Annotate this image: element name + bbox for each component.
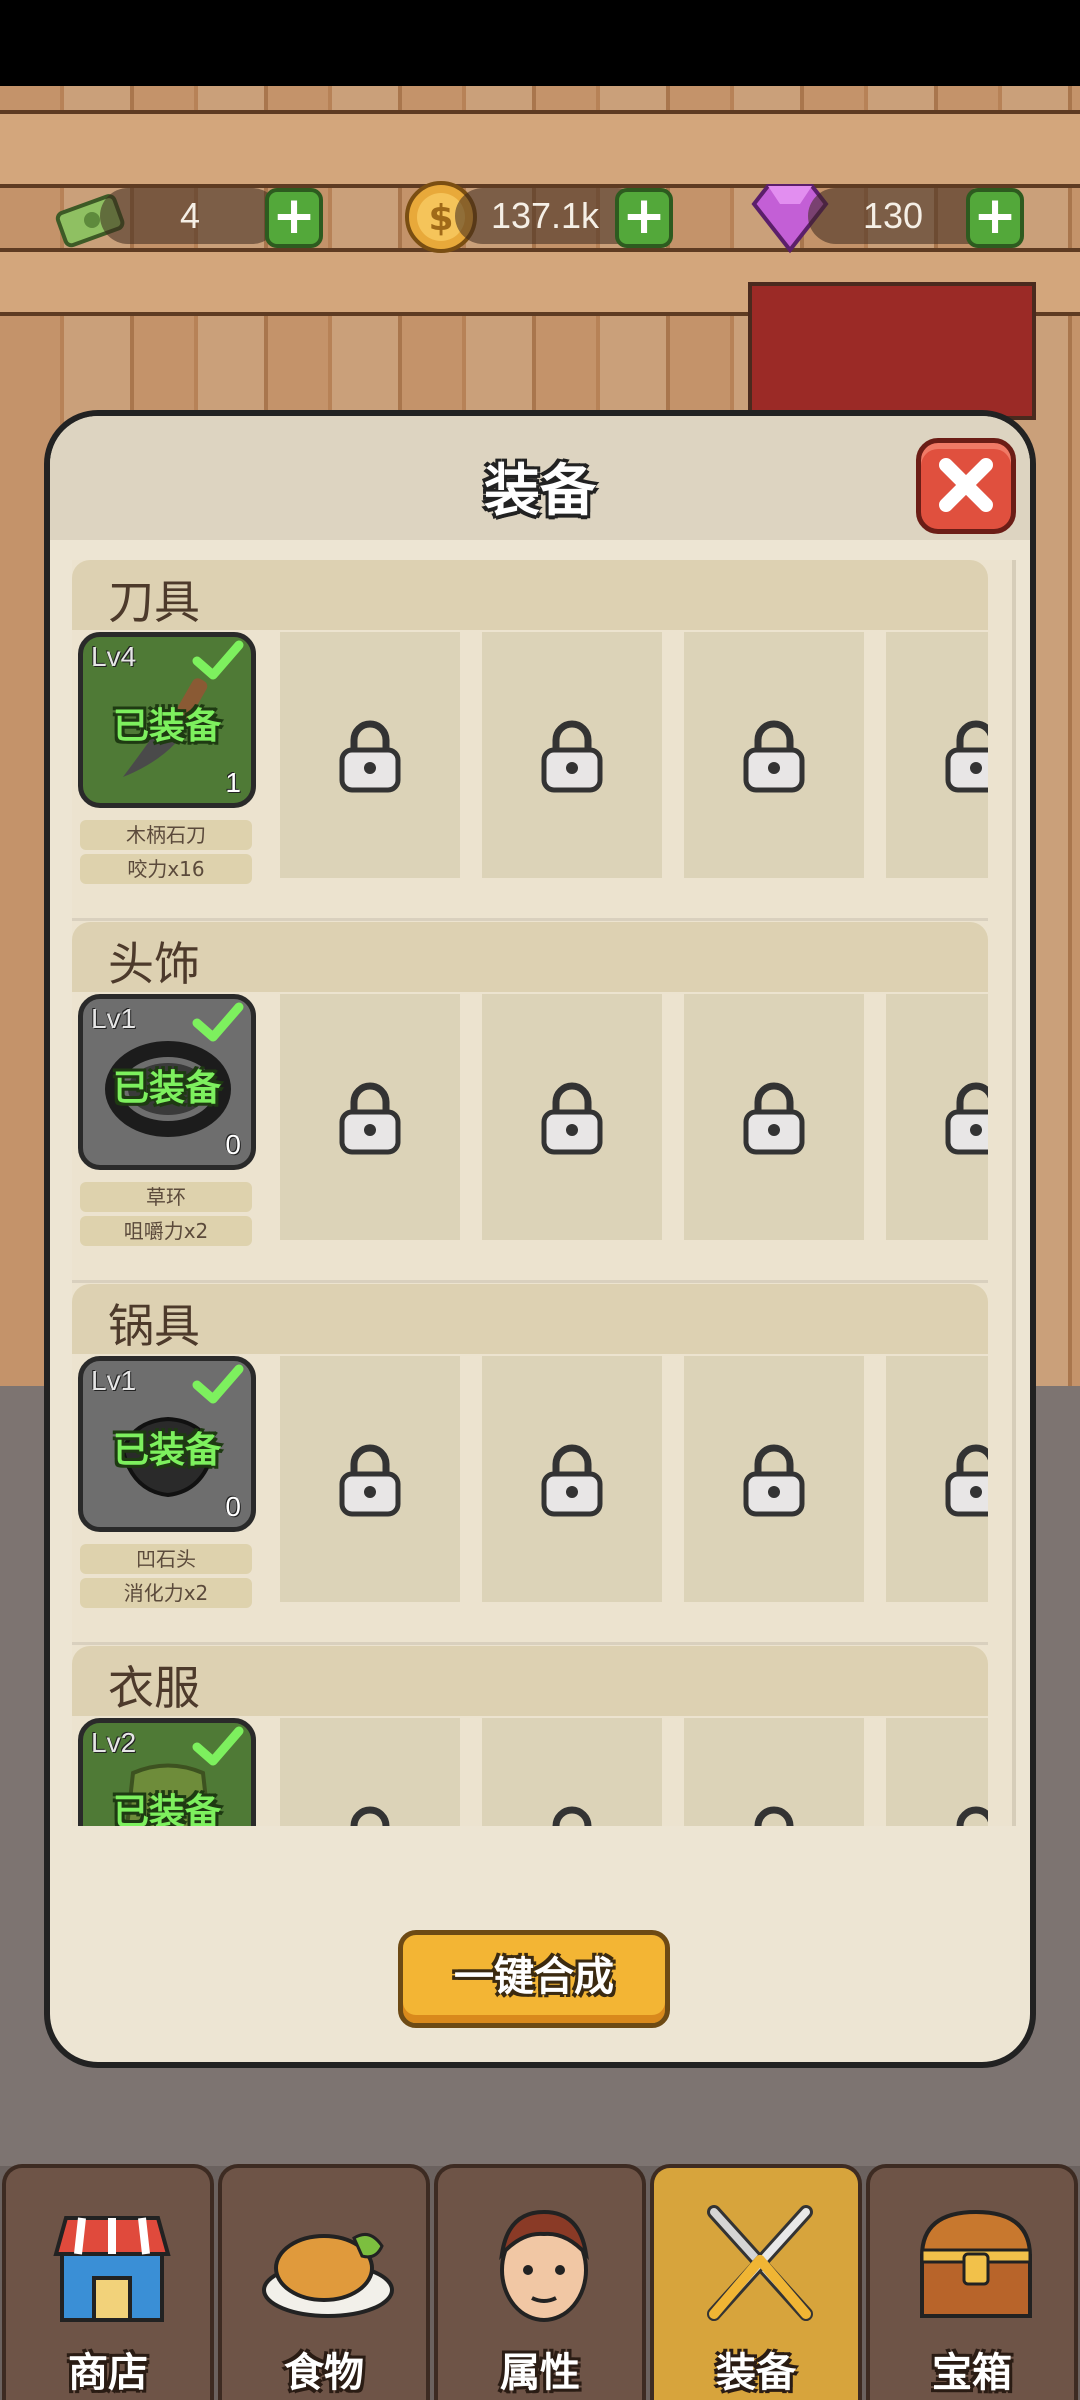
item-name-tag: 凹石头 [80, 1544, 252, 1574]
tab-shop[interactable]: 商店 [2, 2164, 214, 2400]
locked-slot[interactable] [684, 1718, 864, 1826]
equipped-item-card[interactable]: Lv2 已装备 1 [78, 1718, 256, 1826]
equipment-section-knife: 刀具 Lv4 已装备 1 木柄石刀 咬力x16 [72, 560, 1012, 924]
locked-slot[interactable] [280, 1356, 460, 1602]
red-banner [748, 282, 1036, 420]
equipped-label: 已装备 [112, 1430, 221, 1471]
equipment-modal: 装备 刀具 Lv4 已装备 1 木柄石刀 咬力x16 头饰 Lv1 已装备 0 … [44, 410, 1036, 2068]
locked-slot[interactable] [482, 1356, 662, 1602]
equipment-section-clothing: 衣服 Lv2 已装备 1 [72, 1646, 1012, 1826]
tab-label: 食物 [284, 2350, 364, 2396]
section-title: 衣服 [108, 1661, 200, 1715]
tab-label: 商店 [68, 2350, 148, 2396]
section-header: 头饰 [72, 922, 988, 992]
item-count: 0 [225, 1491, 241, 1522]
locked-slot[interactable] [280, 994, 460, 1240]
cash-value: 4 [179, 195, 201, 236]
locked-slot[interactable] [482, 994, 662, 1240]
item-count: 1 [225, 767, 241, 798]
tab-food[interactable]: 食物 [218, 2164, 430, 2400]
locked-slot[interactable] [886, 632, 988, 878]
section-title: 头饰 [108, 937, 200, 991]
lock-icon [541, 720, 603, 793]
close-icon [939, 458, 993, 512]
item-name-tag: 草环 [80, 1182, 252, 1212]
gem-value: 130 [862, 195, 924, 236]
tab-label: 属性 [500, 2350, 580, 2396]
lock-icon [541, 1082, 603, 1155]
section-title: 刀具 [108, 575, 200, 629]
svg-text:$: $ [428, 198, 453, 239]
equipment-icon [707, 2205, 813, 2321]
item-count: 0 [225, 1129, 241, 1160]
lock-icon [743, 1082, 805, 1155]
character-icon [499, 2209, 589, 2322]
lock-icon [339, 1082, 401, 1155]
coin-value: 137.1k [490, 195, 600, 236]
modal-title: 装备 [484, 459, 596, 524]
locked-slot[interactable] [684, 632, 864, 878]
locked-slot[interactable] [482, 1718, 662, 1826]
locked-slot[interactable] [886, 1356, 988, 1602]
item-name-tag: 木柄石刀 [80, 820, 252, 850]
lock-icon [350, 1806, 390, 1826]
locked-slot[interactable] [886, 994, 988, 1240]
one-click-combine-button[interactable]: 一键合成 [398, 1930, 670, 2028]
lock-icon [339, 1444, 401, 1517]
tab-chest[interactable]: 宝箱 [866, 2164, 1078, 2400]
item-stat-tag: 消化力x2 [80, 1578, 252, 1608]
lock-icon [552, 1806, 592, 1826]
close-button[interactable] [916, 438, 1016, 534]
equipped-item-card[interactable]: Lv1 已装备 0 [78, 1356, 256, 1532]
item-stat-tag: 咬力x16 [80, 854, 252, 884]
lock-icon [945, 1444, 988, 1517]
section-divider [72, 1642, 988, 1645]
equipment-list[interactable]: 刀具 Lv4 已装备 1 木柄石刀 咬力x16 头饰 Lv1 已装备 0 草环 … [72, 560, 1016, 1826]
equipped-item-card[interactable]: Lv4 已装备 1 [78, 632, 256, 808]
tab-attributes[interactable]: 属性 [434, 2164, 646, 2400]
lock-icon [956, 1806, 988, 1826]
add-coins-button[interactable]: + [615, 188, 673, 248]
locked-slot[interactable] [684, 994, 864, 1240]
add-gems-button[interactable]: + [966, 188, 1024, 248]
tab-label: 装备 [716, 2350, 796, 2396]
tab-equipment[interactable]: 装备 [650, 2164, 862, 2400]
section-header: 衣服 [72, 1646, 988, 1716]
lock-icon [541, 1444, 603, 1517]
equipped-label: 已装备 [112, 706, 221, 747]
shop-icon [53, 2216, 171, 2322]
equipped-label: 已装备 [112, 1792, 221, 1826]
food-icon [262, 2232, 394, 2318]
lock-icon [743, 1444, 805, 1517]
locked-slot[interactable] [482, 632, 662, 878]
section-header: 刀具 [72, 560, 988, 630]
lock-icon [945, 1082, 988, 1155]
bottom-nav: 商店 食物 属性 装备 宝箱 [0, 2164, 1080, 2400]
section-divider [72, 1280, 988, 1283]
equipment-section-cookware: 锅具 Lv1 已装备 0 凹石头 消化力x2 [72, 1284, 1012, 1648]
locked-slot[interactable] [684, 1356, 864, 1602]
equipped-label: 已装备 [112, 1068, 221, 1109]
section-title: 锅具 [108, 1299, 200, 1353]
modal-header: 装备 [50, 416, 1030, 540]
section-divider [72, 918, 988, 921]
equipped-item-card[interactable]: Lv1 已装备 0 [78, 994, 256, 1170]
locked-slot[interactable] [280, 1718, 460, 1826]
lock-icon [754, 1806, 794, 1826]
cash-counter: 4 [100, 188, 280, 244]
lock-icon [339, 720, 401, 793]
equipment-section-headwear: 头饰 Lv1 已装备 0 草环 咀嚼力x2 [72, 922, 1012, 1286]
section-header: 锅具 [72, 1284, 988, 1354]
add-cash-button[interactable]: + [265, 188, 323, 248]
lock-icon [743, 720, 805, 793]
locked-slot[interactable] [886, 1718, 988, 1826]
chest-icon [919, 2209, 1033, 2318]
tab-label: 宝箱 [932, 2350, 1012, 2396]
item-stat-tag: 咀嚼力x2 [80, 1216, 252, 1246]
lock-icon [945, 720, 988, 793]
status-bar [0, 0, 1080, 86]
wall-plank [0, 110, 1080, 188]
locked-slot[interactable] [280, 632, 460, 878]
